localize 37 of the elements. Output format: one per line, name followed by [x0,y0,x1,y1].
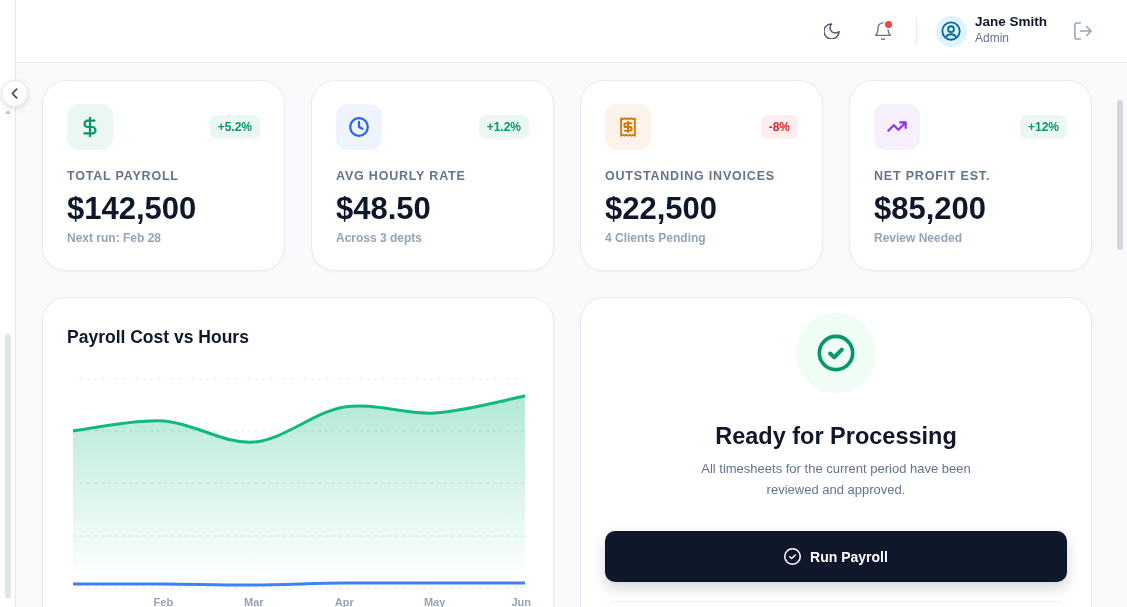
stat-value: $85,200 [874,191,987,227]
stat-value: $22,500 [605,191,718,227]
stat-label: NET PROFIT EST. [874,168,991,184]
scrollbar-thumb[interactable] [4,334,11,599]
stat-note: 4 Clients Pending [605,230,706,246]
chevron-left-icon [11,88,18,99]
panel-title: Ready for Processing [715,422,957,451]
chart-title: Payroll Cost vs Hours [67,326,249,348]
change-badge: +12% [1019,115,1067,139]
clock-icon [336,104,382,150]
axis-label: Mar [244,596,264,607]
check-circle-icon [784,548,802,565]
user-name: Jane Smith [974,13,1047,30]
stat-label: AVG HOURLY RATE [336,168,466,184]
axis-label: Feb [153,596,174,607]
stat-value: $48.50 [336,191,431,227]
receipt-icon [605,104,651,150]
stat-note: Next run: Feb 28 [67,230,162,246]
avatar-icon[interactable] [935,15,967,47]
change-badge: +1.2% [478,115,529,139]
dollar-icon [67,104,113,150]
stat-label: TOTAL PAYROLL [67,168,179,184]
axis-label: Jun [511,596,531,607]
change-badge: -8% [760,115,798,139]
logout-icon [1074,22,1092,40]
bell-icon [874,22,891,40]
scrollbar-thumb[interactable] [1117,100,1123,250]
trend-up-icon [874,104,920,150]
user-role: Admin [974,32,1009,47]
change-badge: +5.2% [209,115,260,139]
stat-label: OUTSTANDING INVOICES [605,168,775,184]
panel-description: All timesheets for the current period have been reviewed and approved. [700,460,972,499]
stat-note: Review Needed [874,230,963,246]
run-payroll-button[interactable]: Run Payroll [605,531,1067,582]
moon-icon [823,23,840,39]
stat-value: $142,500 [67,191,197,227]
stat-note: Across 3 depts [336,230,423,246]
